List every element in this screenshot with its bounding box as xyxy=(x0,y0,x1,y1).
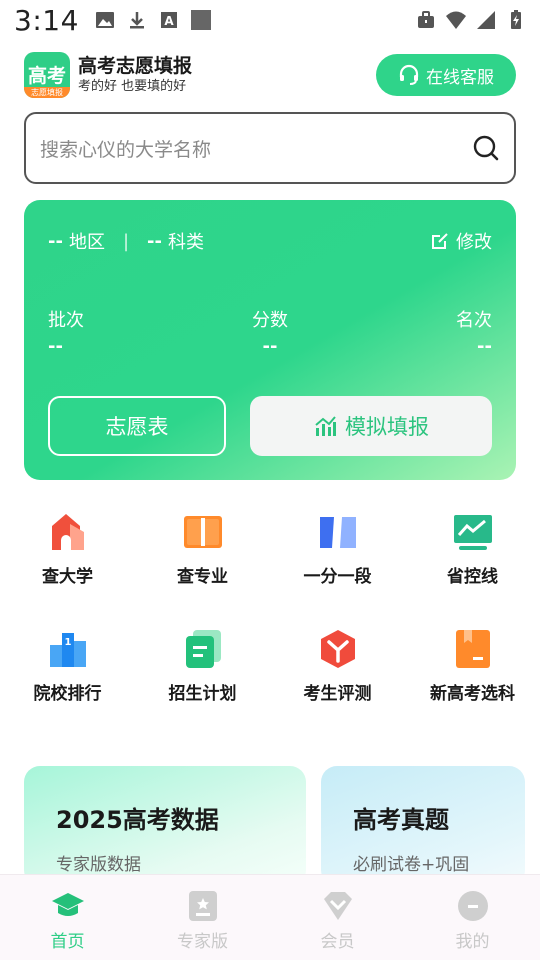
book-icon xyxy=(183,516,222,548)
region-subject-row: -- 地区 | -- 科类 修改 xyxy=(48,228,492,254)
vip-diamond-icon xyxy=(323,892,352,920)
function-grid: 查大学 查专业 一分一段 省控线 1 院校排行 招生计划 考生评测 新高考选科 xyxy=(0,510,540,704)
app-slogan: 考的好 也要填的好 xyxy=(78,79,187,94)
stat-score[interactable]: 分数 -- xyxy=(252,306,288,357)
stat-label: 名次 xyxy=(456,310,492,331)
status-system-icons xyxy=(416,10,526,30)
stat-value: -- xyxy=(477,336,492,357)
logo-sub-text: 志愿填报 xyxy=(24,87,70,98)
grid-item-admission-plan[interactable]: 招生计划 xyxy=(135,627,270,704)
region-label: 地区 xyxy=(68,232,105,253)
search-icon[interactable] xyxy=(472,134,500,162)
score-segment-icon xyxy=(319,517,356,548)
subject-label: 科类 xyxy=(167,232,204,253)
grid-label: 院校排行 xyxy=(33,684,102,704)
edit-icon xyxy=(432,233,448,249)
nav-label: 我的 xyxy=(455,932,490,952)
bottom-nav: 首页 专家版 会员 我的 xyxy=(0,874,540,960)
stat-label: 分数 xyxy=(252,310,288,331)
stat-label: 批次 xyxy=(48,310,84,331)
status-time: 3:14 xyxy=(14,3,79,37)
profile-icon xyxy=(457,891,488,921)
edit-label: 修改 xyxy=(456,232,492,253)
expert-doc-icon xyxy=(188,891,217,921)
promo-title: 高考真题 xyxy=(353,806,449,834)
grid-item-provincial-line[interactable]: 省控线 xyxy=(405,510,540,587)
simulate-fill-label: 模拟填报 xyxy=(345,415,429,439)
line-chart-icon xyxy=(453,515,492,550)
status-bar: 3:14 A xyxy=(0,0,540,40)
battery-charging-icon xyxy=(511,10,521,29)
briefcase-icon xyxy=(418,11,434,28)
graduation-cap-icon xyxy=(51,893,84,916)
headset-icon xyxy=(399,64,419,85)
promo-subtitle: 专家版数据 xyxy=(56,855,141,875)
grid-label: 查专业 xyxy=(177,567,228,587)
app-title: 高考志愿填报 xyxy=(78,55,193,77)
grid-label: 省控线 xyxy=(447,567,498,587)
bar-chart-icon xyxy=(315,416,336,436)
status-notification-icons: A xyxy=(95,10,211,30)
region-value: -- xyxy=(48,230,63,252)
stats-row: 批次 -- 分数 -- 名次 -- xyxy=(48,306,492,357)
download-icon xyxy=(129,12,144,29)
nav-expert[interactable]: 专家版 xyxy=(135,875,270,960)
logo-main-text: 高考 xyxy=(27,65,66,87)
online-service-label: 在线客服 xyxy=(426,67,494,88)
search-placeholder: 搜索心仪的大学名称 xyxy=(40,138,212,161)
grid-label: 考生评测 xyxy=(303,684,372,704)
subject-select-icon xyxy=(455,630,490,668)
grid-label: 招生计划 xyxy=(168,684,237,704)
stat-value: -- xyxy=(48,336,63,357)
signal-icon xyxy=(477,11,495,29)
grid-item-find-university[interactable]: 查大学 xyxy=(0,510,135,587)
grid-label: 查大学 xyxy=(42,567,93,587)
grid-item-new-gaokao-subjects[interactable]: 新高考选科 xyxy=(405,627,540,704)
divider: | xyxy=(122,230,130,252)
font-icon: A xyxy=(160,12,177,28)
stat-value: -- xyxy=(262,336,278,357)
grid-item-score-segment[interactable]: 一分一段 xyxy=(270,510,405,587)
nav-label: 专家版 xyxy=(177,932,228,952)
nav-vip[interactable]: 会员 xyxy=(270,875,405,960)
nav-profile[interactable]: 我的 xyxy=(405,875,540,960)
wifi-icon xyxy=(446,11,466,29)
grid-label: 一分一段 xyxy=(303,567,372,587)
header-text: 高考志愿填报 考的好 也要填的好 xyxy=(78,54,192,96)
university-icon xyxy=(51,514,84,550)
app-header: 高考 志愿填报 高考志愿填报 考的好 也要填的好 在线客服 xyxy=(24,50,516,100)
grid-label: 新高考选科 xyxy=(430,684,515,704)
app-logo: 高考 志愿填报 xyxy=(24,52,70,98)
plan-doc-icon xyxy=(185,630,221,668)
card-buttons: 志愿表 模拟填报 xyxy=(48,396,492,456)
grid-item-school-ranking[interactable]: 1 院校排行 xyxy=(0,627,135,704)
ranking-icon: 1 xyxy=(49,633,86,667)
stat-rank[interactable]: 名次 -- xyxy=(456,306,492,357)
grid-item-student-evaluation[interactable]: 考生评测 xyxy=(270,627,405,704)
online-service-button[interactable]: 在线客服 xyxy=(376,54,516,96)
evaluation-icon xyxy=(320,630,355,668)
nav-home[interactable]: 首页 xyxy=(0,875,135,960)
nav-label: 会员 xyxy=(320,932,355,952)
promo-subtitle: 必刷试卷+巩固 xyxy=(353,855,470,875)
simulate-fill-button[interactable]: 模拟填报 xyxy=(250,396,492,456)
square-icon xyxy=(190,10,211,30)
grid-item-find-major[interactable]: 查专业 xyxy=(135,510,270,587)
stat-batch[interactable]: 批次 -- xyxy=(48,306,84,357)
nav-label: 首页 xyxy=(50,932,85,952)
image-icon xyxy=(95,12,114,28)
svg-text:1: 1 xyxy=(64,637,71,648)
promo-gaokao-data[interactable]: 2025高考数据 专家版数据 xyxy=(24,766,306,886)
edit-button[interactable]: 修改 xyxy=(430,228,492,254)
search-input[interactable]: 搜索心仪的大学名称 xyxy=(24,112,516,184)
subject-value: -- xyxy=(147,230,162,252)
promo-title: 2025高考数据 xyxy=(56,806,219,834)
svg-text:A: A xyxy=(164,14,174,28)
wish-table-button[interactable]: 志愿表 xyxy=(48,396,226,456)
score-card: -- 地区 | -- 科类 修改 批次 -- 分数 -- 名次 -- 志愿表 模… xyxy=(24,200,516,480)
wish-table-label: 志愿表 xyxy=(105,415,169,439)
promo-past-exams[interactable]: 高考真题 必刷试卷+巩固 xyxy=(321,766,525,886)
